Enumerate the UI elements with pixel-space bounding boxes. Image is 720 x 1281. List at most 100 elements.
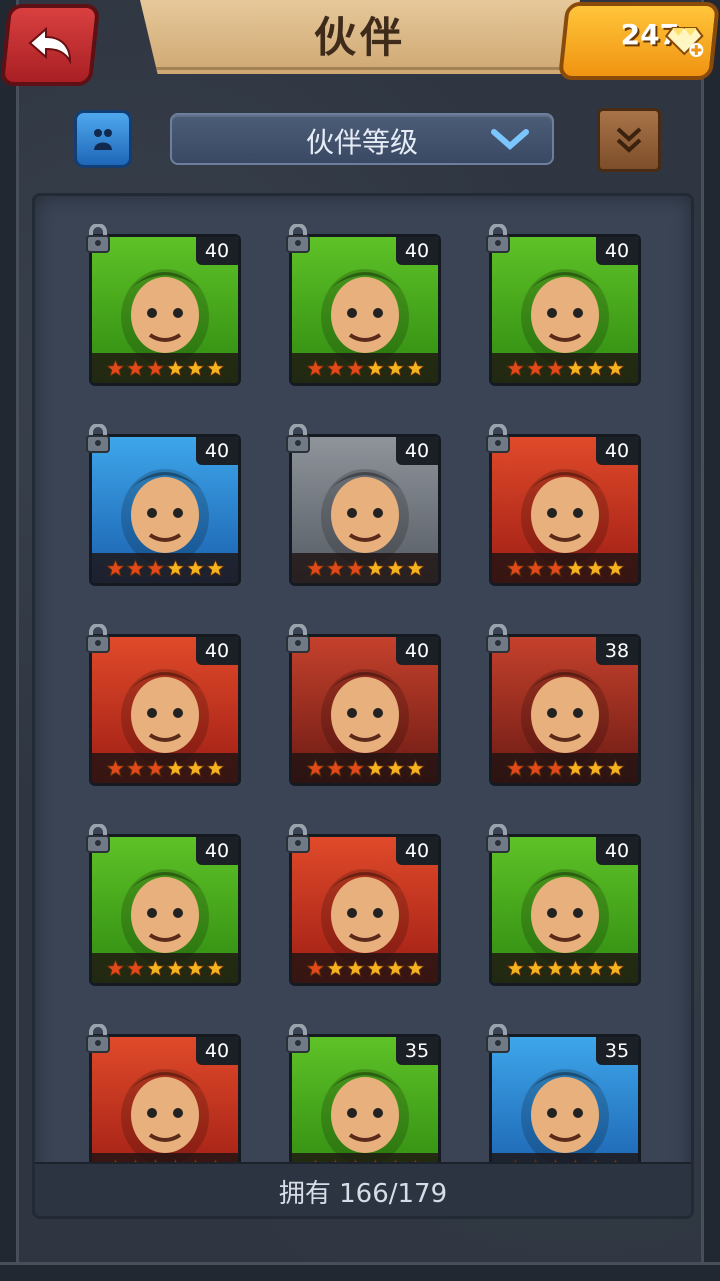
lock-icon[interactable]: [285, 624, 311, 654]
star-icon: [145, 558, 165, 577]
star-icon: [345, 958, 365, 977]
star-icon: [525, 958, 545, 977]
lock-icon[interactable]: [285, 424, 311, 454]
level-badge: 40: [396, 837, 438, 865]
star-icon: [505, 758, 525, 777]
level-badge: 40: [596, 837, 638, 865]
element-filter-button[interactable]: [74, 110, 132, 168]
gem-counter[interactable]: 247: [557, 2, 720, 80]
lock-icon[interactable]: [485, 824, 511, 854]
star-icon: [125, 358, 145, 377]
star-icon: [385, 558, 405, 577]
companion-card[interactable]: 40: [289, 834, 441, 986]
lock-icon[interactable]: [85, 1024, 111, 1054]
double-chevron-down-icon: [616, 127, 642, 153]
page-title: 伙伴: [313, 12, 406, 62]
frame-left-edge: [0, 0, 19, 1281]
star-icon: [565, 958, 585, 977]
companion-card[interactable]: 40: [489, 834, 641, 986]
star-icon: [605, 958, 625, 977]
star-icon: [145, 758, 165, 777]
level-badge: 40: [196, 637, 238, 665]
companion-card[interactable]: 40: [89, 834, 241, 986]
lock-icon[interactable]: [85, 624, 111, 654]
frame-right-edge: [701, 0, 720, 1281]
star-icon: [605, 758, 625, 777]
lock-icon[interactable]: [285, 224, 311, 254]
star-icon: [185, 558, 205, 577]
star-icon: [325, 758, 345, 777]
lock-icon[interactable]: [85, 424, 111, 454]
star-icon: [385, 958, 405, 977]
lock-icon[interactable]: [485, 424, 511, 454]
level-badge: 38: [596, 637, 638, 665]
companion-card[interactable]: 40: [289, 634, 441, 786]
star-icon: [505, 358, 525, 377]
back-button[interactable]: [0, 4, 101, 86]
star-rating: [92, 553, 238, 583]
star-rating: [492, 753, 638, 783]
companion-card[interactable]: 40: [289, 234, 441, 386]
star-rating: [492, 553, 638, 583]
star-icon: [145, 358, 165, 377]
level-badge: 40: [396, 437, 438, 465]
scroll-sort-button[interactable]: [597, 108, 661, 172]
lock-icon[interactable]: [85, 824, 111, 854]
star-icon: [365, 758, 385, 777]
star-icon: [505, 558, 525, 577]
star-icon: [165, 558, 185, 577]
star-icon: [345, 358, 365, 377]
star-icon: [185, 358, 205, 377]
star-icon: [565, 558, 585, 577]
star-icon: [145, 958, 165, 977]
companion-card[interactable]: 35: [289, 1034, 441, 1162]
sort-dropdown[interactable]: 伙伴等级: [170, 113, 554, 165]
level-badge: 40: [396, 637, 438, 665]
star-icon: [305, 758, 325, 777]
companion-panel: 40 40 40 40 40 40 40 40 38 40 40 40 40 35 35 拥有 166/17…: [32, 193, 694, 1219]
level-badge: 40: [396, 237, 438, 265]
companion-card[interactable]: 35: [489, 1034, 641, 1162]
lock-icon[interactable]: [485, 224, 511, 254]
star-icon: [105, 558, 125, 577]
star-icon: [405, 558, 425, 577]
companion-card[interactable]: 40: [489, 434, 641, 586]
level-badge: 40: [196, 837, 238, 865]
star-icon: [585, 558, 605, 577]
star-icon: [385, 758, 405, 777]
lock-icon[interactable]: [485, 1024, 511, 1054]
star-icon: [385, 358, 405, 377]
lock-icon[interactable]: [85, 224, 111, 254]
paw-icon: [94, 129, 112, 150]
star-icon: [205, 758, 225, 777]
level-badge: 35: [396, 1037, 438, 1065]
level-badge: 40: [596, 237, 638, 265]
diamond-plus-icon: [664, 27, 704, 57]
companion-card[interactable]: 40: [89, 634, 241, 786]
star-rating: [92, 1153, 238, 1162]
star-icon: [405, 958, 425, 977]
lock-icon[interactable]: [285, 1024, 311, 1054]
star-icon: [405, 358, 425, 377]
star-rating: [92, 753, 238, 783]
star-icon: [165, 758, 185, 777]
companion-card[interactable]: 38: [489, 634, 641, 786]
companion-card[interactable]: 40: [289, 434, 441, 586]
star-rating: [292, 1153, 438, 1162]
star-icon: [205, 958, 225, 977]
companion-card[interactable]: 40: [89, 1034, 241, 1162]
lock-icon[interactable]: [285, 824, 311, 854]
companion-card[interactable]: 40: [89, 234, 241, 386]
companion-card[interactable]: 40: [89, 434, 241, 586]
star-rating: [292, 353, 438, 383]
lock-icon[interactable]: [485, 624, 511, 654]
star-icon: [605, 558, 625, 577]
star-icon: [125, 758, 145, 777]
star-icon: [345, 558, 365, 577]
star-icon: [365, 958, 385, 977]
star-icon: [585, 758, 605, 777]
star-icon: [525, 558, 545, 577]
companion-card[interactable]: 40: [489, 234, 641, 386]
star-icon: [585, 358, 605, 377]
star-icon: [105, 758, 125, 777]
